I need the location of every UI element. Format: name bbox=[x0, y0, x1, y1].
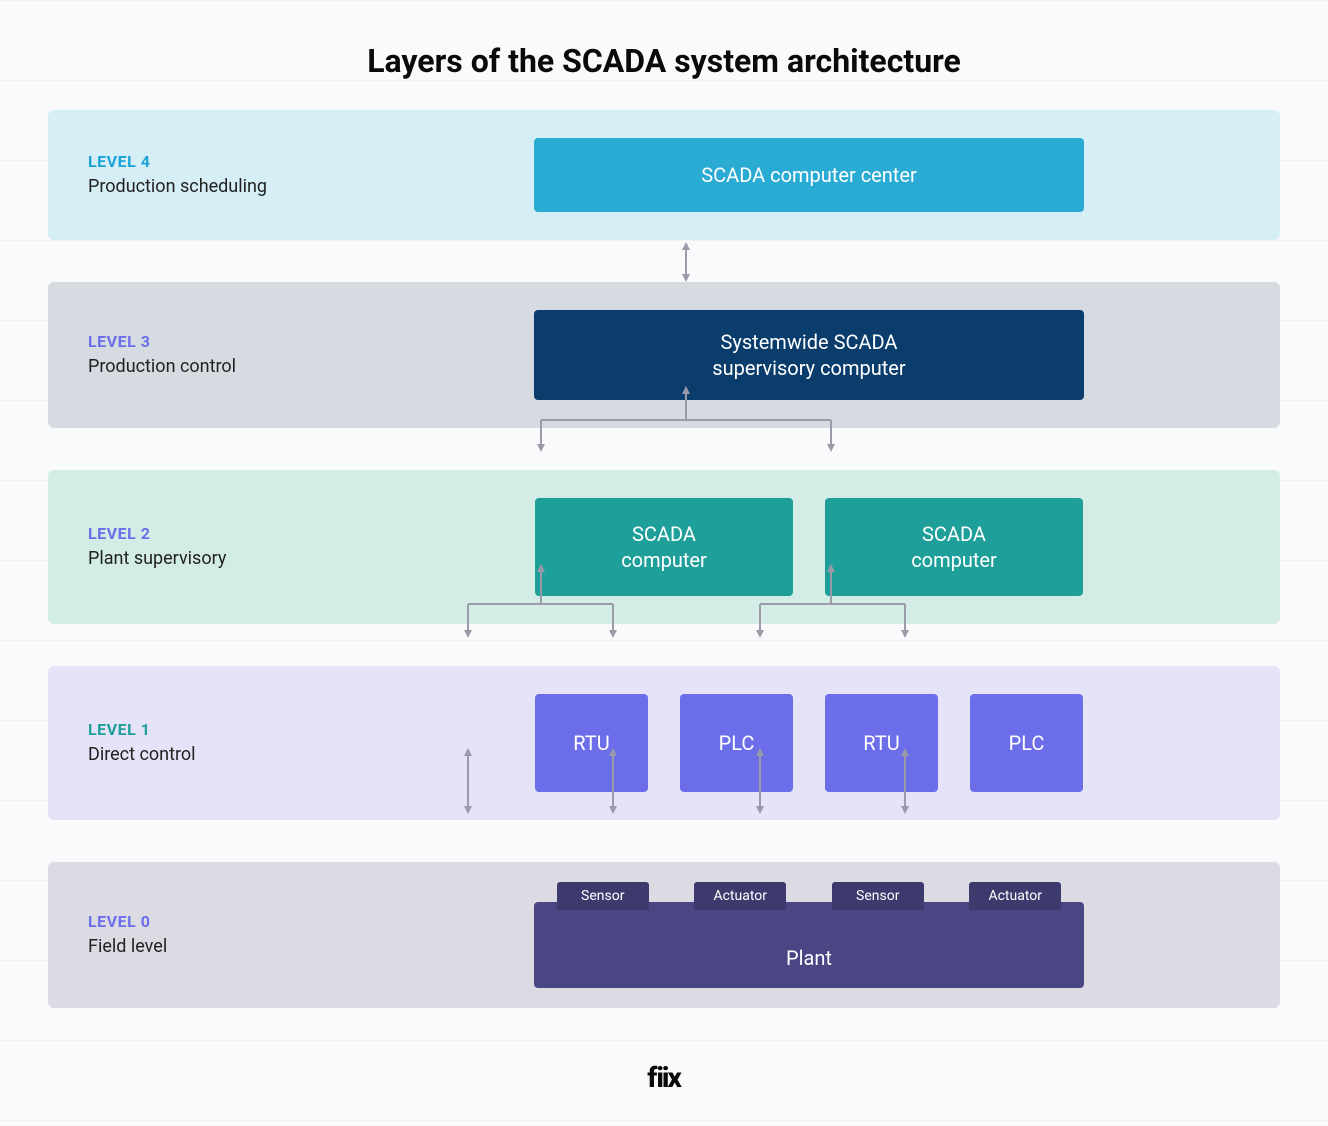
actuator-tab-2: Actuator bbox=[969, 882, 1061, 910]
scada-computer-box-left: SCADAcomputer bbox=[535, 498, 793, 596]
plant-container: Sensor Actuator Sensor Actuator Plant bbox=[534, 882, 1084, 988]
level-2-desc: Plant supervisory bbox=[88, 547, 378, 570]
level-1-row: LEVEL 1 Direct control RTU PLC RTU PLC bbox=[48, 666, 1280, 820]
scada-computer-label-right: SCADAcomputer bbox=[911, 521, 997, 573]
level-3-label: LEVEL 3 Production control bbox=[88, 332, 378, 378]
rtu-plc-pair-left: RTU PLC bbox=[535, 694, 793, 792]
level-4-desc: Production scheduling bbox=[88, 175, 378, 198]
rtu-box-left: RTU bbox=[535, 694, 648, 792]
level-4-row: LEVEL 4 Production scheduling SCADA comp… bbox=[48, 110, 1280, 240]
systemwide-scada-label: Systemwide SCADAsupervisory computer bbox=[712, 329, 905, 381]
sensor-tab-1: Sensor bbox=[557, 882, 649, 910]
plant-box: Plant bbox=[534, 902, 1084, 988]
plc-box-right: PLC bbox=[970, 694, 1083, 792]
level-4-label: LEVEL 4 Production scheduling bbox=[88, 152, 378, 198]
level-2-row: LEVEL 2 Plant supervisory SCADAcomputer … bbox=[48, 470, 1280, 624]
level-3-desc: Production control bbox=[88, 355, 378, 378]
scada-computer-label-left: SCADAcomputer bbox=[621, 521, 707, 573]
plant-tabs: Sensor Actuator Sensor Actuator bbox=[534, 882, 1084, 910]
scada-computer-center-box: SCADA computer center bbox=[534, 138, 1084, 212]
level-0-num: LEVEL 0 bbox=[88, 912, 378, 931]
diagram-title: Layers of the SCADA system architecture bbox=[0, 0, 1328, 110]
brand-text: fiix bbox=[647, 1061, 681, 1094]
scada-computer-box-right: SCADAcomputer bbox=[825, 498, 1083, 596]
plc-box-left: PLC bbox=[680, 694, 793, 792]
level-0-row: LEVEL 0 Field level Sensor Actuator Sens… bbox=[48, 862, 1280, 1008]
sensor-tab-2: Sensor bbox=[832, 882, 924, 910]
level-1-label: LEVEL 1 Direct control bbox=[88, 720, 378, 766]
level-1-desc: Direct control bbox=[88, 743, 378, 766]
diagram-container: LEVEL 4 Production scheduling SCADA comp… bbox=[48, 110, 1280, 1008]
level-2-label: LEVEL 2 Plant supervisory bbox=[88, 524, 378, 570]
level-0-label: LEVEL 0 Field level bbox=[88, 912, 378, 958]
level-2-num: LEVEL 2 bbox=[88, 524, 378, 543]
rtu-plc-pair-right: RTU PLC bbox=[825, 694, 1083, 792]
systemwide-scada-box: Systemwide SCADAsupervisory computer bbox=[534, 310, 1084, 400]
level-3-row: LEVEL 3 Production control Systemwide SC… bbox=[48, 282, 1280, 428]
brand-logo: fiix bbox=[647, 1061, 681, 1094]
level-4-num: LEVEL 4 bbox=[88, 152, 378, 171]
level-0-desc: Field level bbox=[88, 935, 378, 958]
level-3-num: LEVEL 3 bbox=[88, 332, 378, 351]
rtu-box-right: RTU bbox=[825, 694, 938, 792]
actuator-tab-1: Actuator bbox=[694, 882, 786, 910]
level-1-num: LEVEL 1 bbox=[88, 720, 378, 739]
